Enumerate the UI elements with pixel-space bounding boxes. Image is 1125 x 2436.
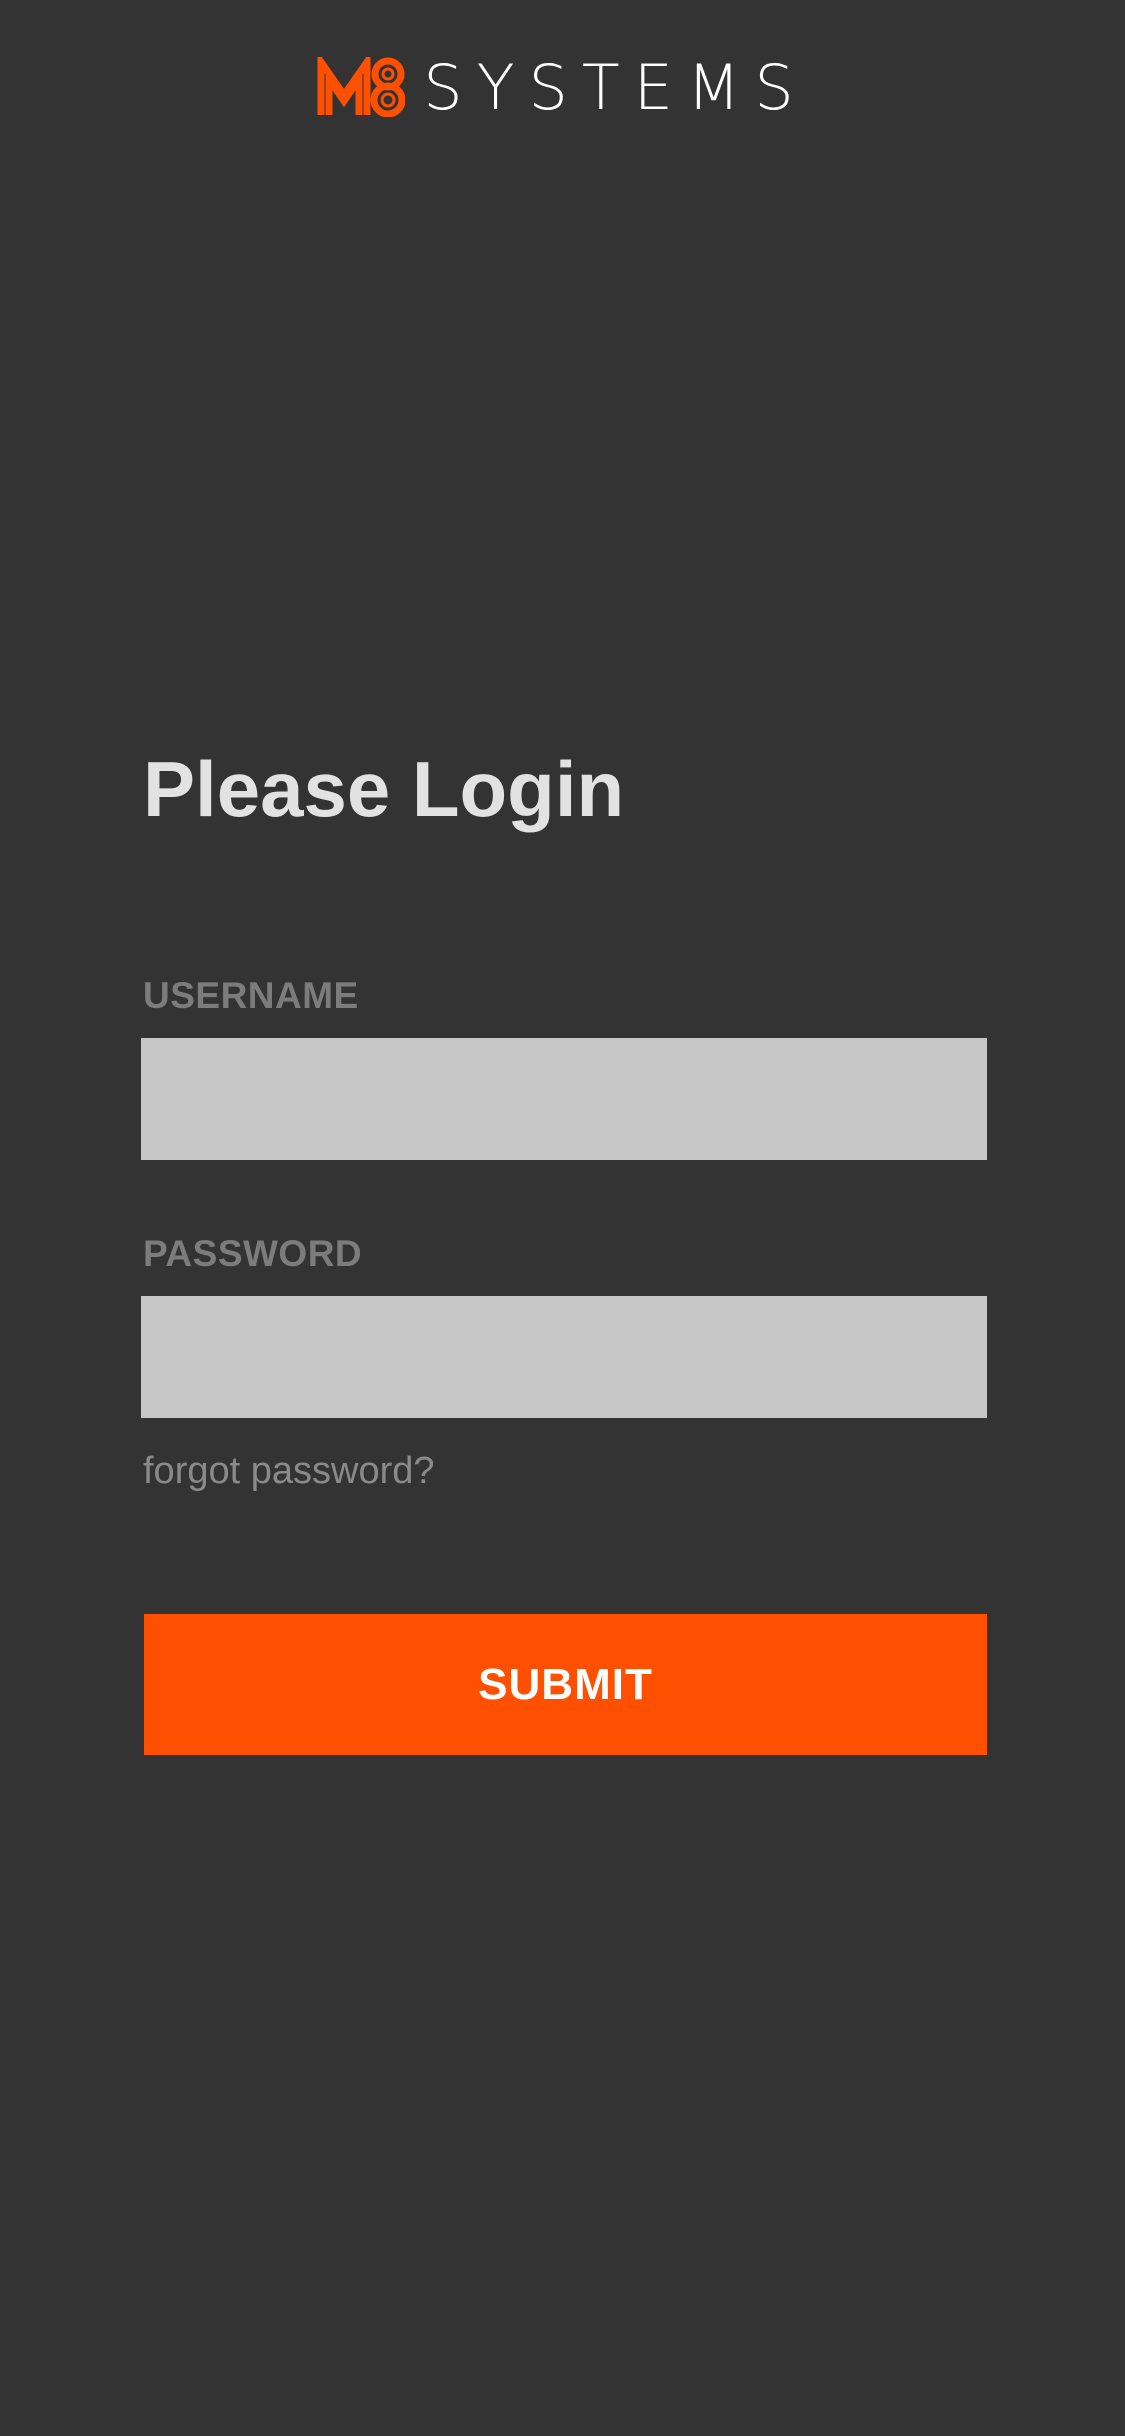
m8-logo-mark-icon [317,57,406,117]
password-input[interactable] [141,1296,987,1418]
submit-button[interactable]: SUBMIT [144,1614,987,1755]
forgot-password-link[interactable]: forgot password? [143,1452,435,1490]
brand-name: SYSTEMS [423,51,808,124]
login-screen: SYSTEMS Please Login USERNAME PASSWORD f… [0,0,1125,2436]
brand-logo: SYSTEMS [0,52,1125,122]
username-input[interactable] [141,1038,987,1160]
password-label: PASSWORD [143,1233,363,1274]
username-label: USERNAME [143,975,359,1016]
page-title: Please Login [143,745,625,833]
